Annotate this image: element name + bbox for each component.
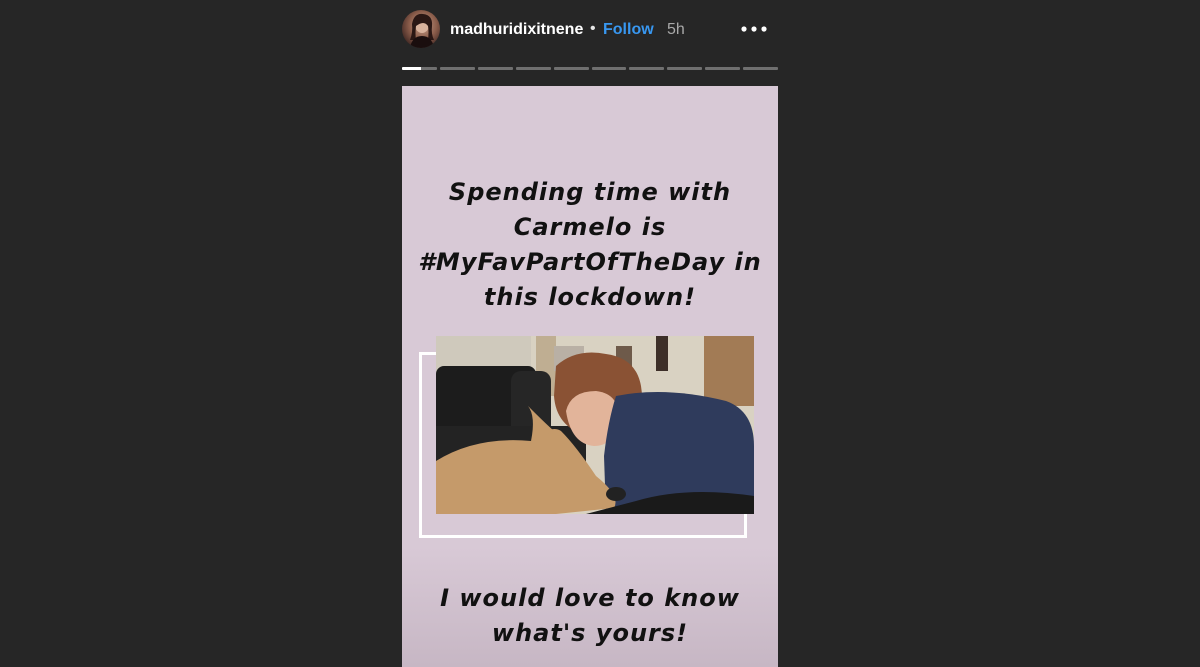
- story-caption-top: Spending time with Carmelo is #MyFavPart…: [418, 178, 762, 311]
- separator-dot: •: [590, 20, 596, 37]
- progress-segment: [553, 67, 589, 70]
- progress-segment-fill: [402, 67, 422, 70]
- story-caption-bottom: I would love to know what's yours!: [440, 584, 740, 647]
- story-card[interactable]: Spending time with Carmelo is #MyFavPart…: [402, 86, 778, 667]
- follow-button[interactable]: Follow: [603, 21, 654, 39]
- username[interactable]: madhuridixitnene: [450, 21, 583, 39]
- progress-segment: [515, 67, 551, 70]
- progress-segment: [667, 67, 703, 70]
- more-horizontal-icon[interactable]: [740, 15, 768, 43]
- progress-segment: [591, 67, 627, 70]
- story-photo: [436, 336, 754, 514]
- avatar[interactable]: [402, 10, 440, 48]
- timestamp: 5h: [667, 21, 685, 38]
- story-header: madhuridixitnene • Follow 5h: [402, 10, 778, 50]
- progress-segment: [743, 67, 779, 70]
- progress-segment: [705, 67, 741, 70]
- progress-segment: [402, 67, 437, 70]
- progress-segment: [439, 67, 475, 70]
- progress-segment: [477, 67, 513, 70]
- progress-segment: [629, 67, 665, 70]
- story-progress-bar: [402, 67, 779, 70]
